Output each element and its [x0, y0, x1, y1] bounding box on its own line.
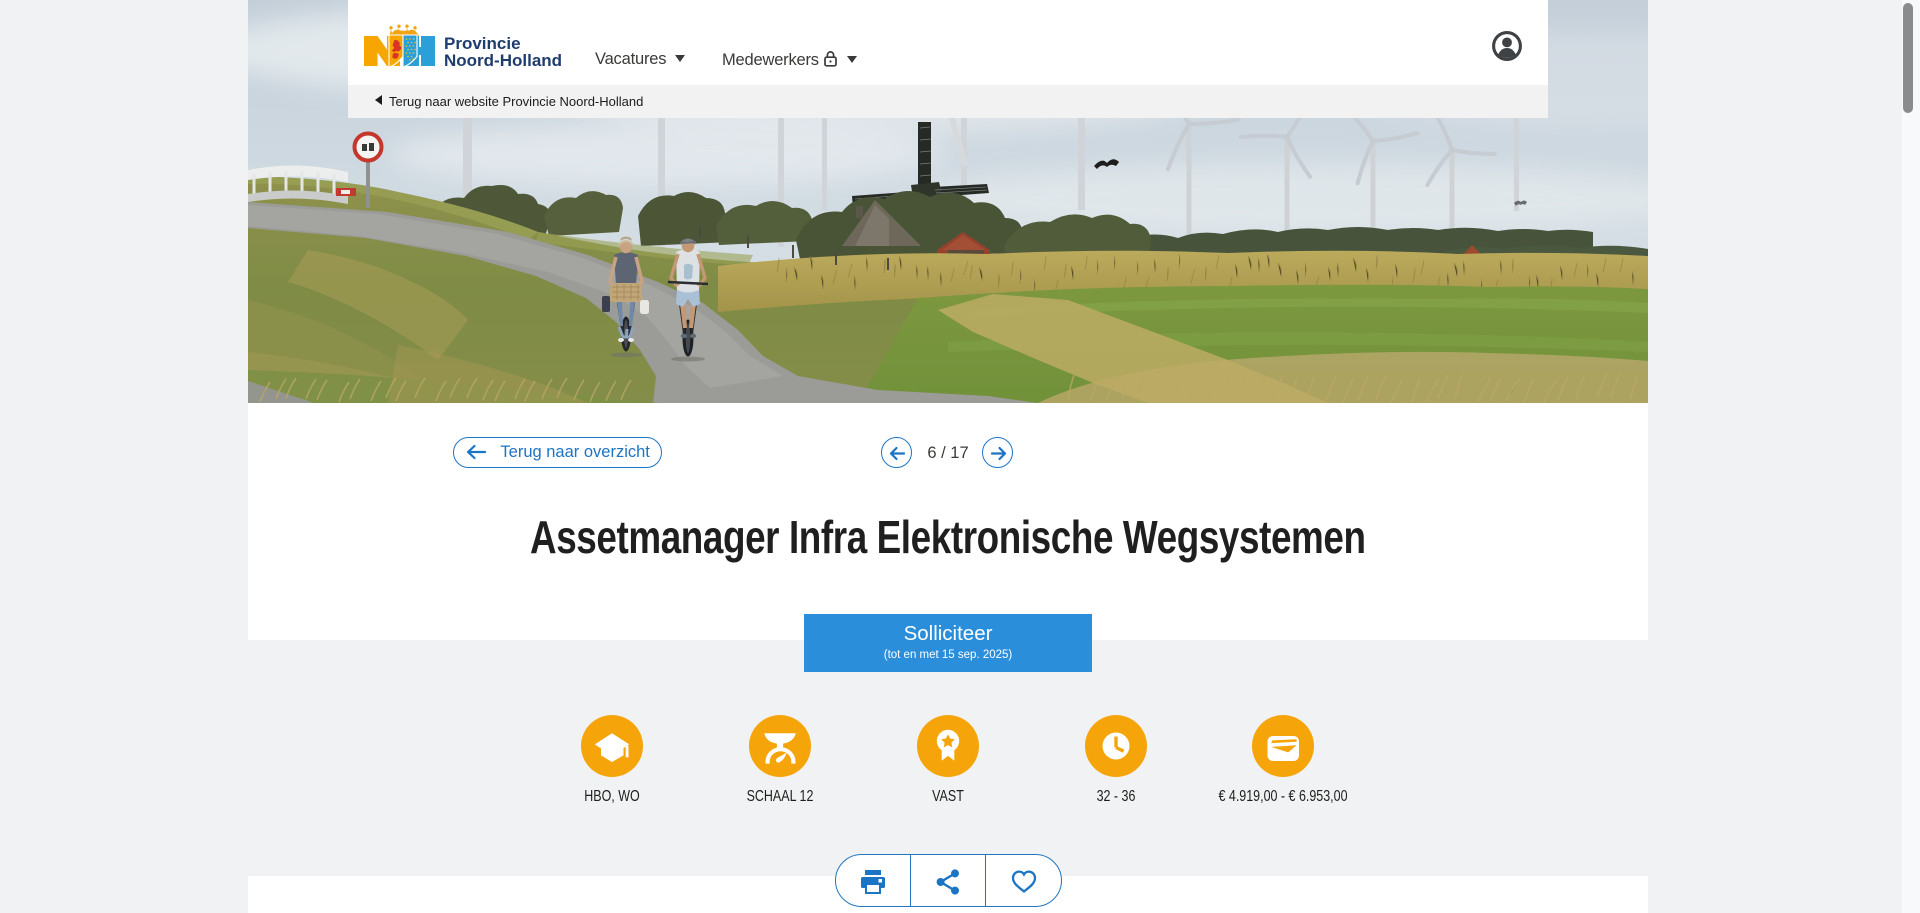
svg-text:Noord-Holland: Noord-Holland: [444, 51, 562, 70]
